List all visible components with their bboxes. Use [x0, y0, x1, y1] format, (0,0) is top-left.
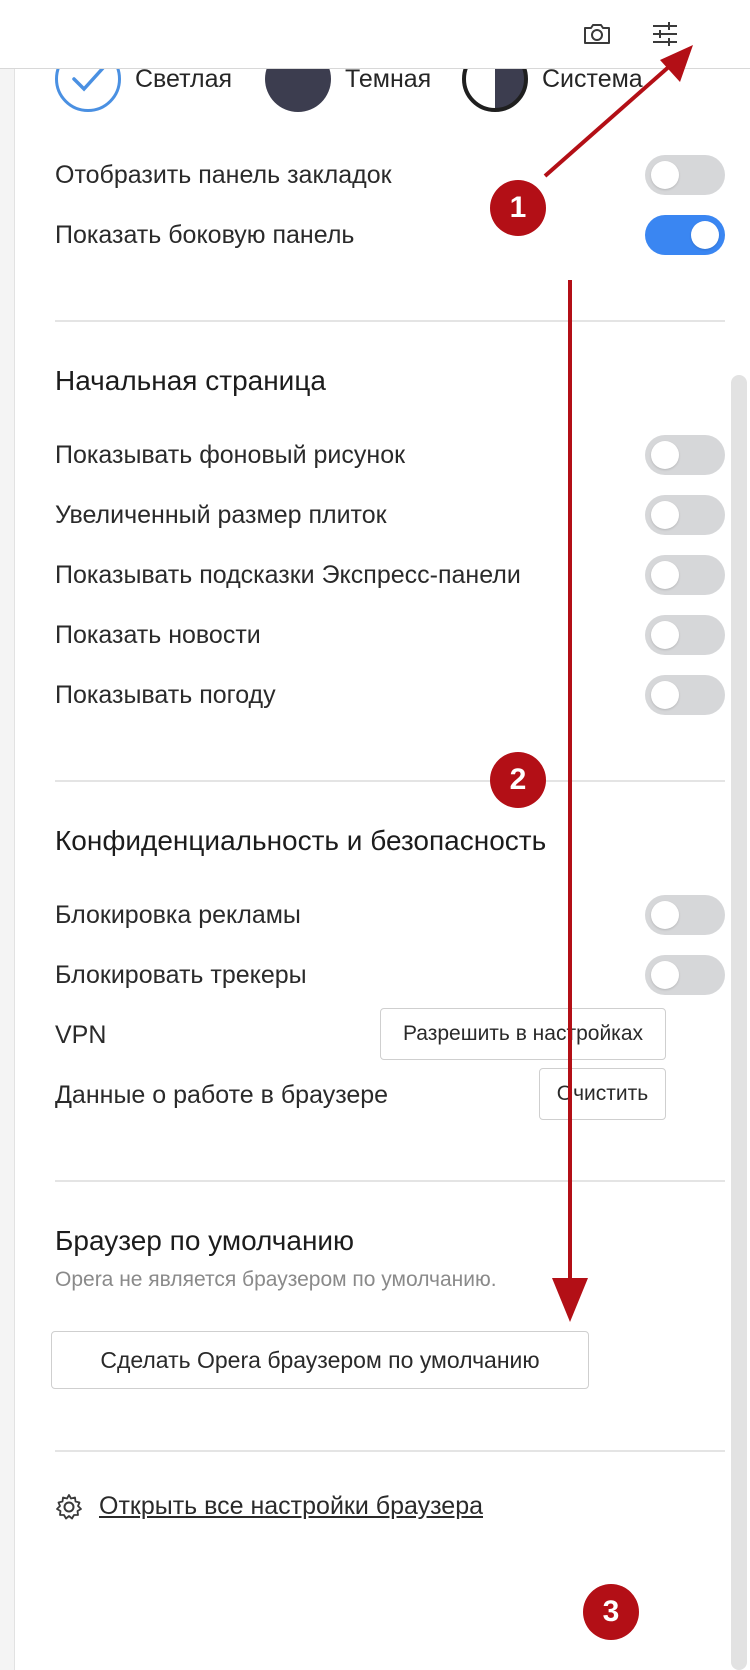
toggle-row-bookmarks-bar: Отобразить панель закладок [55, 150, 725, 200]
toggle-label: Увеличенный размер плиток [55, 500, 387, 529]
ad-block-toggle[interactable] [645, 895, 725, 935]
open-settings-link[interactable]: Открыть все настройки браузера [99, 1492, 483, 1521]
large-tiles-toggle[interactable] [645, 495, 725, 535]
toggle-label: Показать новости [55, 620, 261, 649]
section-divider [55, 780, 725, 782]
toggle-row-speed-dial-hints: Показывать подсказки Экспресс-панели [55, 550, 725, 600]
browsing-data-label: Данные о работе в браузере [55, 1080, 389, 1109]
toggle-row-trackers: Блокировать трекеры [55, 950, 725, 1000]
bookmarks-bar-toggle[interactable] [645, 155, 725, 195]
easy-setup-panel: Светлая Темная Система Отобразить панель… [15, 46, 727, 1670]
toggle-row-weather: Показывать погоду [55, 670, 725, 720]
toggle-row-background: Показывать фоновый рисунок [55, 430, 725, 480]
toggle-label: Блокировка рекламы [55, 900, 301, 929]
gear-icon [55, 1493, 83, 1521]
default-browser-status: Opera не является браузером по умолчанию… [55, 1268, 497, 1291]
section-divider [55, 1180, 725, 1182]
make-default-button[interactable]: Сделать Opera браузером по умолчанию [51, 1331, 589, 1389]
trackers-toggle[interactable] [645, 955, 725, 995]
sidebar-toggle[interactable] [645, 215, 725, 255]
sliders-icon[interactable] [645, 14, 685, 54]
section-title-default-browser: Браузер по умолчанию [55, 1225, 355, 1256]
speed-dial-hints-toggle[interactable] [645, 555, 725, 595]
top-toolbar [0, 0, 750, 69]
vpn-settings-button[interactable]: Разрешить в настройках [380, 1008, 666, 1060]
toggle-label: Показывать фоновый рисунок [55, 440, 406, 469]
clear-data-button[interactable]: Очистить [539, 1068, 666, 1120]
section-title-privacy: Конфиденциальность и безопасность [55, 825, 547, 856]
vpn-label: VPN [55, 1020, 107, 1049]
section-divider [55, 320, 725, 322]
toggle-label: Блокировать трекеры [55, 960, 307, 989]
toggle-row-large-tiles: Увеличенный размер плиток [55, 490, 725, 540]
toggle-label: Показать боковую панель [55, 220, 355, 249]
window-edge [0, 68, 15, 1670]
annotation-marker-3: 3 [583, 1584, 639, 1640]
toggle-label: Показывать погоду [55, 680, 276, 709]
news-toggle[interactable] [645, 615, 725, 655]
toggle-row-sidebar: Показать боковую панель [55, 210, 725, 260]
section-title-start-page: Начальная страница [55, 365, 326, 396]
toggle-row-news: Показать новости [55, 610, 725, 660]
background-toggle[interactable] [645, 435, 725, 475]
toggle-label: Показывать подсказки Экспресс-панели [55, 560, 521, 589]
section-divider [55, 1450, 725, 1452]
open-settings-link-row[interactable]: Открыть все настройки браузера [55, 1492, 483, 1521]
annotation-marker-1: 1 [490, 180, 546, 236]
annotation-marker-2: 2 [490, 752, 546, 808]
camera-icon[interactable] [577, 14, 617, 54]
weather-toggle[interactable] [645, 675, 725, 715]
toggle-label: Отобразить панель закладок [55, 160, 392, 189]
toggle-row-ad-block: Блокировка рекламы [55, 890, 725, 940]
scrollbar-thumb[interactable] [731, 375, 747, 1670]
